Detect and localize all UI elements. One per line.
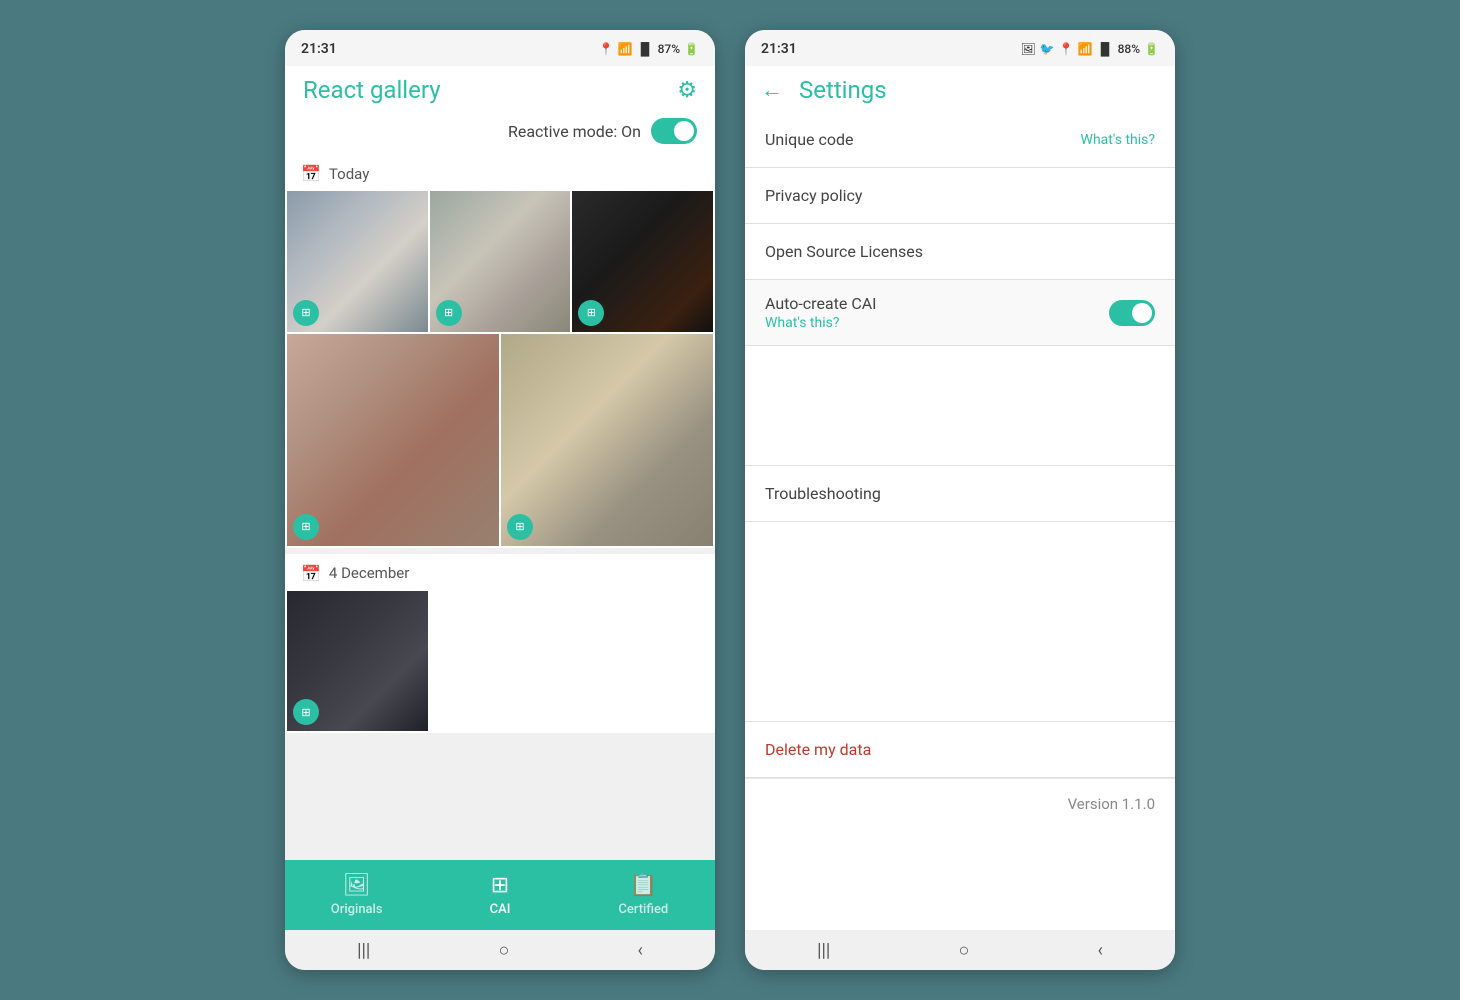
- photo-cell-5[interactable]: ⊞: [501, 334, 713, 546]
- gallery-header: React gallery ⚙: [285, 66, 715, 112]
- certified-icon: 📋: [630, 873, 657, 898]
- gallery-icon: 🖼: [1020, 42, 1035, 56]
- sys-btn-home-2[interactable]: ○: [958, 940, 969, 961]
- photo-cell-2[interactable]: ⊞: [430, 191, 571, 332]
- today-photo-grid-row1: ⊞ ⊞ ⊞: [285, 191, 715, 334]
- today-label: 📅 Today: [285, 154, 715, 191]
- settings-row-licenses[interactable]: Open Source Licenses: [745, 224, 1175, 280]
- certified-label: Certified: [618, 902, 668, 917]
- settings-header: ← Settings: [745, 66, 1175, 112]
- photo-overlay-2: ⊞: [436, 300, 462, 326]
- status-icons-2: 🖼 🐦 📍 📶 ▐▌ 88% 🔋: [1020, 42, 1159, 56]
- today-photo-grid-row2: ⊞ ⊞: [285, 334, 715, 548]
- gallery-content: 📅 Today ⊞ ⊞ ⊞: [285, 154, 715, 860]
- sys-btn-home-1[interactable]: ○: [498, 940, 509, 961]
- battery-2: 88%: [1118, 42, 1140, 56]
- wifi-icon: 📶: [618, 42, 633, 56]
- nav-item-originals[interactable]: 🖼 Originals: [285, 860, 428, 930]
- auto-cai-label: Auto-create CAI: [765, 294, 877, 313]
- battery-icon-1: 🔋: [684, 42, 699, 56]
- calendar-icon-today: 📅: [301, 164, 321, 183]
- version-text: Version 1.1.0: [1068, 795, 1155, 813]
- settings-row-privacy[interactable]: Privacy policy: [745, 168, 1175, 224]
- unique-code-action[interactable]: What's this?: [1081, 132, 1155, 148]
- gear-icon[interactable]: ⚙: [677, 78, 697, 103]
- december-section: 📅 4 December ⊞: [285, 554, 715, 734]
- sys-btn-back-1[interactable]: ‹: [637, 940, 642, 961]
- settings-content: Unique code What's this? Privacy policy …: [745, 112, 1175, 930]
- status-time-1: 21:31: [301, 41, 337, 57]
- unique-code-label: Unique code: [765, 130, 853, 149]
- nav-item-cai[interactable]: ⊞ CAI: [428, 860, 571, 930]
- auto-cai-whats-this[interactable]: What's this?: [765, 315, 877, 331]
- originals-label: Originals: [331, 902, 383, 917]
- phone-gallery: 21:31 📍 📶 ▐▌ 87% 🔋 React gallery ⚙ React…: [285, 30, 715, 970]
- spacer-1: [745, 346, 1175, 466]
- reactive-mode-label: Reactive mode: On: [508, 122, 641, 141]
- reactive-mode-toggle[interactable]: [651, 118, 697, 144]
- december-label: 📅 4 December: [285, 554, 715, 591]
- location-icon-2: 📍: [1059, 42, 1074, 56]
- settings-row-troubleshooting[interactable]: Troubleshooting: [745, 466, 1175, 522]
- system-bar-2: ||| ○ ‹: [745, 930, 1175, 970]
- signal-icon-2: ▐▌: [1097, 42, 1114, 56]
- location-icon: 📍: [599, 42, 614, 56]
- today-text: Today: [329, 165, 369, 183]
- delete-label: Delete my data: [765, 740, 871, 759]
- photo-cell-1[interactable]: ⊞: [287, 191, 428, 332]
- phone-settings: 21:31 🖼 🐦 📍 📶 ▐▌ 88% 🔋 ← Settings Unique…: [745, 30, 1175, 970]
- reactive-mode-bar: Reactive mode: On: [285, 112, 715, 154]
- spacer-2: [745, 522, 1175, 722]
- settings-row-delete[interactable]: Delete my data: [745, 722, 1175, 778]
- photo-cell-4[interactable]: ⊞: [287, 334, 499, 546]
- gallery-title: React gallery: [303, 76, 441, 104]
- battery-1: 87%: [658, 42, 680, 56]
- system-bar-1: ||| ○ ‹: [285, 930, 715, 970]
- nav-item-certified[interactable]: 📋 Certified: [572, 860, 715, 930]
- photo-cell-6[interactable]: ⊞: [287, 591, 428, 732]
- version-row: Version 1.1.0: [745, 778, 1175, 829]
- cai-icon: ⊞: [491, 873, 509, 898]
- december-text: 4 December: [329, 564, 409, 582]
- today-section: 📅 Today ⊞ ⊞ ⊞: [285, 154, 715, 548]
- auto-cai-toggle[interactable]: [1109, 300, 1155, 326]
- licenses-label: Open Source Licenses: [765, 242, 923, 261]
- sys-btn-back-2[interactable]: ‹: [1097, 940, 1102, 961]
- settings-row-unique-code[interactable]: Unique code What's this?: [745, 112, 1175, 168]
- status-bar-settings: 21:31 🖼 🐦 📍 📶 ▐▌ 88% 🔋: [745, 30, 1175, 66]
- photo-overlay-5: ⊞: [507, 514, 533, 540]
- status-bar-gallery: 21:31 📍 📶 ▐▌ 87% 🔋: [285, 30, 715, 66]
- battery-icon-2: 🔋: [1144, 42, 1159, 56]
- signal-icon: ▐▌: [637, 42, 654, 56]
- twitter-icon: 🐦: [1040, 42, 1055, 56]
- settings-title: Settings: [799, 76, 887, 104]
- photo-cell-3[interactable]: ⊞: [572, 191, 713, 332]
- photo-overlay-6: ⊞: [293, 699, 319, 725]
- december-photo-grid: ⊞: [285, 591, 715, 734]
- back-arrow-icon[interactable]: ←: [761, 77, 783, 103]
- wifi-icon-2: 📶: [1078, 42, 1093, 56]
- sys-btn-recent-2[interactable]: |||: [817, 940, 830, 961]
- photo-overlay-4: ⊞: [293, 514, 319, 540]
- sys-btn-recent-1[interactable]: |||: [357, 940, 370, 961]
- bottom-nav-gallery: 🖼 Originals ⊞ CAI 📋 Certified: [285, 860, 715, 930]
- privacy-label: Privacy policy: [765, 186, 863, 205]
- photo-overlay-1: ⊞: [293, 300, 319, 326]
- troubleshooting-label: Troubleshooting: [765, 484, 881, 503]
- auto-cai-left: Auto-create CAI What's this?: [765, 294, 877, 331]
- photo-overlay-3: ⊞: [578, 300, 604, 326]
- settings-row-auto-cai: Auto-create CAI What's this?: [745, 280, 1175, 346]
- originals-icon: 🖼: [343, 873, 371, 898]
- status-icons-1: 📍 📶 ▐▌ 87% 🔋: [599, 42, 699, 56]
- cai-label: CAI: [490, 902, 511, 917]
- status-time-2: 21:31: [761, 41, 797, 57]
- calendar-icon-dec: 📅: [301, 564, 321, 583]
